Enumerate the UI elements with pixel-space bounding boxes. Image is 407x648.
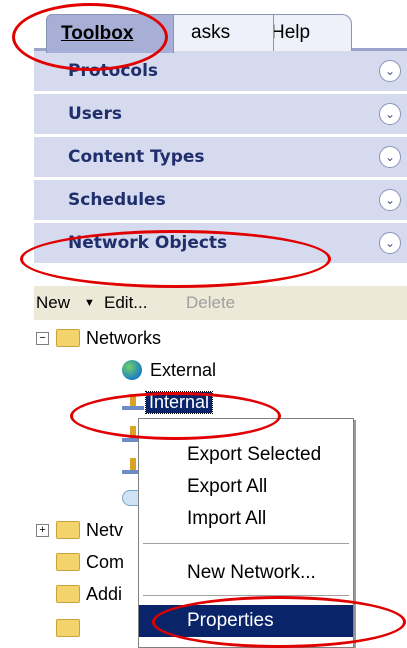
toolbox-sections: Protocols ⌄ Users ⌄ Content Types ⌄ Sche… [34, 51, 407, 266]
section-users[interactable]: Users ⌄ [34, 94, 407, 137]
delete-button: Delete [186, 293, 236, 312]
expand-icon[interactable]: + [36, 524, 49, 537]
section-schedules[interactable]: Schedules ⌄ [34, 180, 407, 223]
chevron-down-icon[interactable]: ⌄ [379, 146, 401, 168]
section-protocols[interactable]: Protocols ⌄ [34, 51, 407, 94]
tree-node-label: Internal [144, 390, 214, 414]
dropdown-arrow-icon[interactable]: ▼ [84, 297, 95, 309]
section-network-objects[interactable]: Network Objects ⌄ [34, 223, 407, 266]
tree-node-external[interactable]: External [122, 356, 216, 384]
section-users-label: Users [68, 104, 122, 124]
section-schedules-label: Schedules [68, 190, 166, 210]
chevron-down-icon[interactable]: ⌄ [379, 103, 401, 125]
section-network-objects-label: Network Objects [68, 233, 228, 253]
tree-node-label: External [150, 359, 217, 380]
menu-item-import-all[interactable]: Import All [139, 503, 353, 535]
menu-item-label: Export Selected [187, 444, 322, 465]
tab-tasks[interactable]: asks [162, 14, 274, 51]
tree-node-label: Networks [86, 327, 162, 348]
menu-separator [143, 543, 349, 544]
menu-item-label: Properties [187, 610, 274, 631]
tab-toolbox[interactable]: Toolbox [46, 14, 174, 53]
context-menu: Export Selected Export All Import All Ne… [138, 418, 354, 648]
section-content-types-label: Content Types [68, 147, 205, 167]
menu-item-export-selected[interactable]: Export Selected [139, 439, 353, 471]
tree-node-folder[interactable] [56, 614, 86, 642]
tree-node-label: Com [86, 551, 125, 572]
folder-icon [56, 521, 80, 539]
menu-item-new-network[interactable]: New Network... [139, 557, 353, 589]
toolbox-tab-bar: Help asks Toolbox [0, 0, 407, 53]
open-folder-icon [56, 329, 80, 347]
edit-button[interactable]: Edit... [104, 293, 147, 313]
tree-node-folder[interactable]: Com [56, 548, 124, 576]
tree-node-label: Netv [86, 519, 124, 540]
tree-node-folder[interactable]: Netv [56, 516, 123, 544]
tree-node-internal[interactable]: Internal [122, 388, 214, 416]
menu-item-export-all[interactable]: Export All [139, 471, 353, 503]
network-icon [122, 394, 144, 410]
folder-icon [56, 619, 80, 637]
tree-node-folder[interactable]: Addi [56, 580, 122, 608]
tab-help-label: Help [271, 22, 311, 43]
chevron-down-icon[interactable]: ⌄ [379, 189, 401, 211]
menu-item-properties[interactable]: Properties [139, 605, 353, 637]
network-objects-toolbar: New ▼ Edit... Delete [34, 286, 407, 320]
folder-icon [56, 553, 80, 571]
globe-icon [122, 360, 142, 380]
menu-item-label: Export All [187, 476, 268, 497]
menu-item-label: Import All [187, 508, 267, 529]
folder-icon [56, 585, 80, 603]
new-button[interactable]: New [36, 293, 70, 313]
menu-separator [143, 595, 349, 596]
section-content-types[interactable]: Content Types ⌄ [34, 137, 407, 180]
tab-tasks-label: asks [191, 22, 231, 43]
collapse-icon[interactable]: − [36, 332, 49, 345]
menu-item-label: New Network... [187, 562, 316, 583]
tab-toolbox-label: Toolbox [61, 23, 134, 44]
chevron-down-icon[interactable]: ⌄ [379, 232, 401, 254]
section-protocols-label: Protocols [68, 61, 159, 81]
tree-node-label: Addi [86, 583, 123, 604]
chevron-down-icon[interactable]: ⌄ [379, 60, 401, 82]
tree-node-networks[interactable]: Networks [56, 324, 161, 352]
